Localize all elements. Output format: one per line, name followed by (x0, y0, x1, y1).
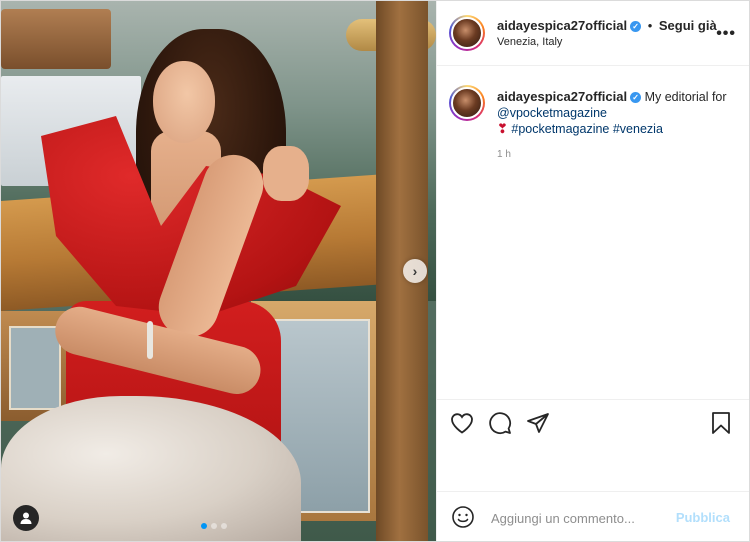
post-actions (437, 399, 749, 490)
save-button[interactable] (708, 410, 734, 436)
emoji-picker-button[interactable] (451, 505, 475, 529)
chevron-right-icon: › (412, 263, 418, 279)
caption-hashtag[interactable]: #venezia (613, 122, 663, 136)
bookmark-icon (712, 412, 730, 434)
caption-hashtag[interactable]: #pocketmagazine (511, 122, 609, 136)
comments-section: aidayespica27official ✓ My editorial for … (437, 65, 749, 395)
model-face (153, 61, 215, 143)
tagged-users-button[interactable] (13, 505, 39, 531)
post-sidebar: aidayespica27official ✓ • Segui già Venez… (436, 1, 749, 541)
post-location[interactable]: Venezia, Italy (497, 36, 562, 48)
author-username[interactable]: aidayespica27official (497, 18, 627, 33)
boat-window-left-glass (9, 326, 61, 410)
like-button[interactable] (449, 410, 475, 436)
background-boat (1, 9, 111, 69)
bracelet (147, 321, 153, 359)
header-separator: • (647, 18, 653, 33)
caption-username[interactable]: aidayespica27official (497, 89, 627, 104)
user-icon (20, 512, 32, 524)
caption-time[interactable]: 1 h (497, 149, 511, 160)
following-button[interactable]: Segui già (659, 18, 717, 33)
caption-text: My editorial for (644, 90, 727, 104)
send-icon (527, 413, 549, 433)
author-avatar[interactable] (449, 15, 485, 51)
post-card: › aidayespica27official ✓ • Segui già Ve… (0, 0, 750, 542)
carousel-dot (221, 523, 227, 529)
heart-icon (451, 413, 473, 434)
comment-input[interactable] (489, 507, 673, 529)
publish-button[interactable]: Pubblica (676, 510, 730, 525)
carousel-next-button[interactable]: › (403, 259, 427, 283)
caption-mention[interactable]: @vpocketmagazine (497, 106, 607, 120)
smiley-icon (452, 506, 474, 528)
comment-button[interactable] (487, 410, 513, 436)
comment-icon (489, 412, 512, 435)
share-button[interactable] (525, 410, 551, 436)
avatar-image (451, 87, 483, 119)
post-caption: aidayespica27official ✓ My editorial for … (497, 89, 727, 137)
author-line: aidayespica27official ✓ • Segui già (497, 18, 717, 33)
avatar-image (451, 17, 483, 49)
model-hand (263, 146, 309, 201)
carousel-dot-active (201, 523, 207, 529)
caption-author-avatar[interactable] (449, 85, 485, 121)
carousel-dot (211, 523, 217, 529)
verified-badge-icon: ✓ (630, 21, 642, 32)
more-options-icon[interactable]: ••• (716, 25, 736, 43)
post-media[interactable]: › (1, 1, 436, 541)
carousel-indicator (201, 523, 227, 529)
post-header: aidayespica27official ✓ • Segui già Venez… (437, 1, 749, 66)
verified-badge-icon: ✓ (630, 92, 642, 103)
add-comment-bar: Pubblica (437, 491, 749, 541)
heart-emoji-icon: ❣ (497, 121, 508, 136)
